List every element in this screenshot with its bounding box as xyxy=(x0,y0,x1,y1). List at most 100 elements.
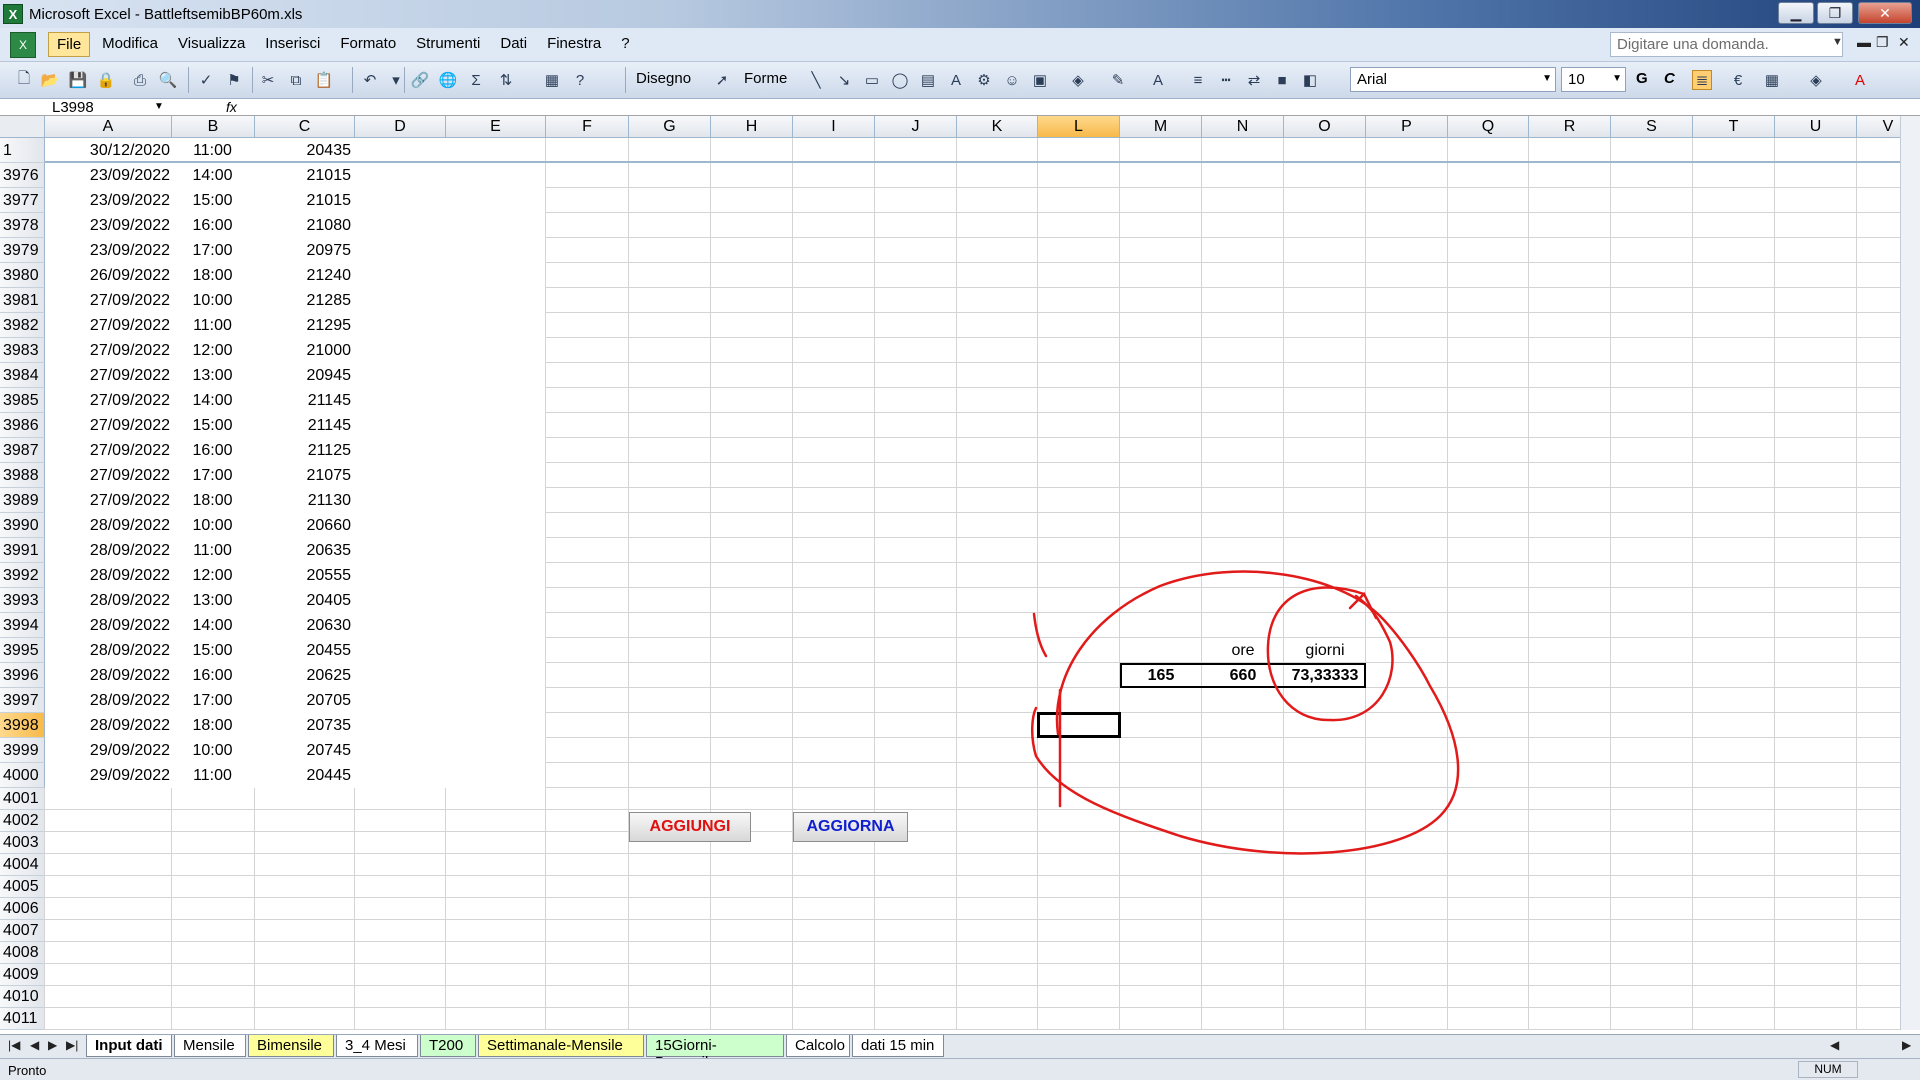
column-header-k[interactable]: K xyxy=(957,116,1038,138)
bold-button[interactable]: G xyxy=(1636,70,1648,87)
cell-a[interactable]: 29/09/2022 xyxy=(45,763,170,788)
fill-bucket-icon[interactable]: ◈ xyxy=(1806,70,1826,90)
menu-inserisci[interactable]: Inserisci xyxy=(257,32,328,57)
column-header-g[interactable]: G xyxy=(629,116,711,138)
menu-help[interactable]: ? xyxy=(613,32,637,57)
row-header[interactable]: 4002 xyxy=(0,810,45,832)
sheet-tab[interactable]: T200 xyxy=(420,1035,476,1057)
picture-icon[interactable]: ▣ xyxy=(1030,70,1050,90)
3d-icon[interactable]: ◧ xyxy=(1300,70,1320,90)
row-header[interactable]: 3980 xyxy=(0,263,45,288)
italic-button[interactable]: C xyxy=(1664,70,1675,87)
sheet-tab[interactable]: Calcolo xyxy=(786,1035,850,1057)
column-header-t[interactable]: T xyxy=(1693,116,1775,138)
chevron-down-icon[interactable]: ▼ xyxy=(1542,73,1552,84)
cell-c[interactable]: 21145 xyxy=(255,413,351,438)
cell-c[interactable]: 21295 xyxy=(255,313,352,338)
spreadsheet-grid[interactable]: A B C D E F G H I J K L M N O P Q R S T U V 1 30/12/2020 11:00 20… xyxy=(0,116,1920,1036)
row-header[interactable]: 4000 xyxy=(0,763,45,788)
cell-c[interactable]: 21015 xyxy=(255,188,352,213)
chevron-down-icon[interactable]: ▼ xyxy=(1832,36,1843,48)
row-header[interactable]: 3981 xyxy=(0,288,45,313)
sort-icon[interactable]: ⇅ xyxy=(496,70,516,90)
euro-icon[interactable]: € xyxy=(1728,70,1748,90)
cell-b[interactable]: 11:00 xyxy=(172,763,253,788)
copy-icon[interactable]: ⧉ xyxy=(286,70,306,90)
fill-color-icon[interactable]: ◈ xyxy=(1068,70,1088,90)
cell-a[interactable]: 28/09/2022 xyxy=(45,688,170,713)
arrow-style-icon[interactable]: ⇄ xyxy=(1244,70,1264,90)
cell-c[interactable]: 21285 xyxy=(255,288,352,313)
sheet-tab[interactable]: 3_4 Mesi xyxy=(336,1035,418,1057)
first-sheet-icon[interactable]: |◀ xyxy=(8,1038,20,1052)
column-header-i[interactable]: I xyxy=(793,116,875,138)
textbox-icon[interactable]: ▤ xyxy=(918,70,938,90)
text-color-icon[interactable]: A xyxy=(1850,70,1870,90)
print-preview-icon[interactable]: 🔍 xyxy=(158,70,178,90)
cell-a[interactable]: 23/09/2022 xyxy=(45,163,170,188)
cell-c[interactable]: 21080 xyxy=(255,213,352,238)
row-header[interactable]: 4006 xyxy=(0,898,45,920)
cell-a[interactable]: 30/12/2020 xyxy=(45,138,170,163)
column-header-u[interactable]: U xyxy=(1775,116,1857,138)
font-name-select[interactable]: Arial ▼ xyxy=(1350,67,1556,92)
hyperlink-icon[interactable]: 🔗 xyxy=(410,70,430,90)
cell-b[interactable]: 11:00 xyxy=(172,313,253,338)
cell-c[interactable]: 20735 xyxy=(255,713,352,738)
row-header[interactable]: 4003 xyxy=(0,832,45,854)
cell-b[interactable]: 17:00 xyxy=(172,688,253,713)
cell-a[interactable]: 27/09/2022 xyxy=(45,463,170,488)
hscroll-left-icon[interactable]: ◀ xyxy=(1830,1038,1839,1052)
column-header-q[interactable]: Q xyxy=(1448,116,1529,138)
web-icon[interactable]: 🌐 xyxy=(438,70,458,90)
column-header-d[interactable]: D xyxy=(355,116,446,138)
cell-b[interactable]: 11:00 xyxy=(172,538,253,563)
aggiungi-button[interactable]: AGGIUNGI xyxy=(629,812,751,842)
cell-c[interactable]: 20660 xyxy=(255,513,352,538)
formula-input[interactable] xyxy=(245,99,1915,116)
row-header[interactable]: 3994 xyxy=(0,613,45,638)
cell-a[interactable]: 28/09/2022 xyxy=(45,513,170,538)
cell-c[interactable]: 20405 xyxy=(255,588,352,613)
forme-menu[interactable]: Forme xyxy=(744,70,787,87)
cell-b[interactable]: 18:00 xyxy=(172,713,253,738)
cell-b[interactable]: 17:00 xyxy=(172,463,253,488)
label-ore[interactable]: ore xyxy=(1202,638,1284,663)
row-header[interactable]: 3984 xyxy=(0,363,45,388)
column-header-f[interactable]: F xyxy=(546,116,629,138)
row-header[interactable]: 4007 xyxy=(0,920,45,942)
row-header[interactable]: 3992 xyxy=(0,563,45,588)
paste-icon[interactable]: 📋 xyxy=(314,70,334,90)
cell-c[interactable]: 20635 xyxy=(255,538,352,563)
cell-a[interactable]: 27/09/2022 xyxy=(45,363,170,388)
row-header[interactable]: 3987 xyxy=(0,438,45,463)
menu-visualizza[interactable]: Visualizza xyxy=(170,32,253,57)
cell-c[interactable]: 21125 xyxy=(255,438,351,463)
cell-a[interactable]: 28/09/2022 xyxy=(45,588,170,613)
last-sheet-icon[interactable]: ▶| xyxy=(66,1038,78,1052)
chevron-down-icon[interactable]: ▼ xyxy=(1612,73,1622,84)
active-cell[interactable] xyxy=(1037,712,1121,738)
mdi-restore-icon[interactable]: ❐ xyxy=(1876,34,1889,51)
cell-c[interactable]: 20435 xyxy=(255,138,352,163)
cell-a[interactable]: 28/09/2022 xyxy=(45,563,170,588)
cell-b[interactable]: 15:00 xyxy=(172,413,253,438)
cell-b[interactable]: 16:00 xyxy=(172,663,253,688)
cell-a[interactable]: 28/09/2022 xyxy=(45,713,170,738)
row-header[interactable]: 4004 xyxy=(0,854,45,876)
row-header[interactable]: 3978 xyxy=(0,213,45,238)
line-style-icon[interactable]: ≡ xyxy=(1188,70,1208,90)
row-header[interactable]: 4005 xyxy=(0,876,45,898)
cell-b[interactable]: 14:00 xyxy=(172,613,253,638)
cell-b[interactable]: 13:00 xyxy=(172,363,253,388)
chevron-down-icon[interactable]: ▾ xyxy=(386,70,406,90)
cell-c[interactable]: 21130 xyxy=(255,488,351,513)
maximize-button[interactable]: ❐ xyxy=(1817,2,1853,24)
cell-a[interactable]: 23/09/2022 xyxy=(45,238,170,263)
workbook-icon[interactable]: X xyxy=(10,31,36,58)
cell-c[interactable]: 20555 xyxy=(255,563,352,588)
column-header-a[interactable]: A xyxy=(45,116,172,138)
column-header-l[interactable]: L xyxy=(1038,116,1120,138)
cell-b[interactable]: 12:00 xyxy=(172,563,253,588)
open-folder-icon[interactable]: 📂 xyxy=(40,70,60,90)
